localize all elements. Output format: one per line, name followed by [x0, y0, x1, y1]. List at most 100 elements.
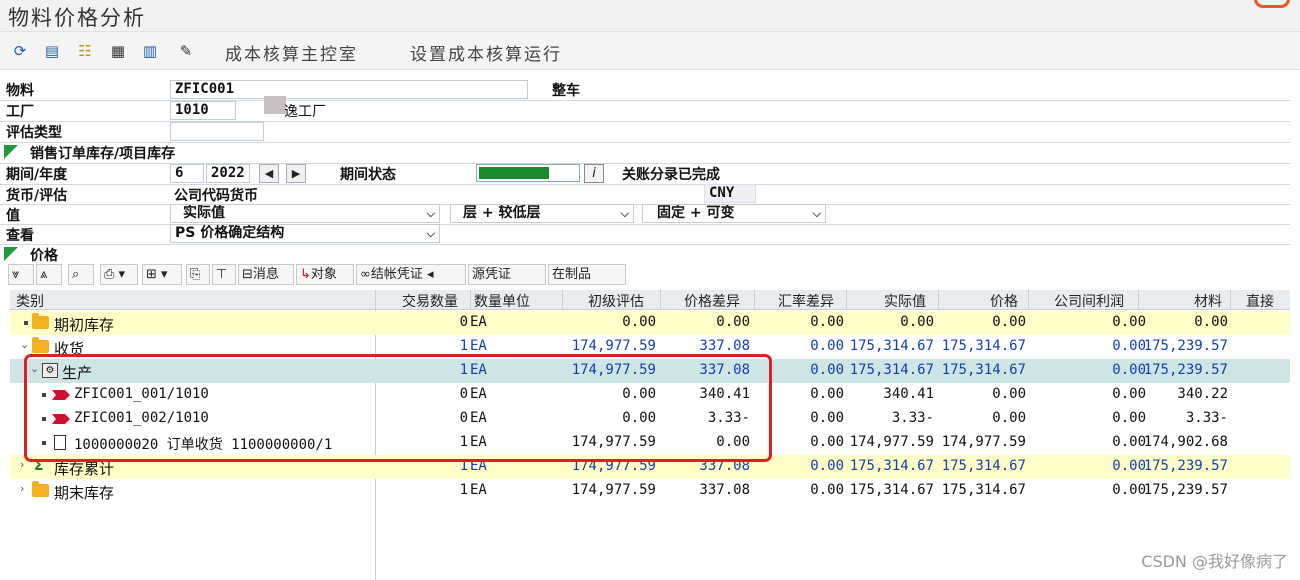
table-row[interactable]: › 期末库存 1 EA 174,977.59 337.08 0.00 175,3…	[10, 479, 1290, 503]
save-layout-icon[interactable]: ▦	[108, 41, 128, 61]
cell-material: 175,239.57	[1143, 482, 1228, 498]
column-direct[interactable]: 直接	[1246, 291, 1274, 311]
cell-intercompany-profit: 0.00	[1112, 338, 1146, 354]
expand-toggle-icon[interactable]	[4, 145, 18, 159]
highlight-annotation	[24, 354, 772, 462]
export-icon[interactable]: ⎘	[186, 264, 210, 285]
cell-preliminary: 0.00	[622, 314, 656, 330]
cell-actual: 174,977.59	[849, 434, 934, 450]
fixed-variable-dropdown[interactable]: 固定 + 可变 ⌵	[642, 204, 826, 223]
cell-actual: 175,314.67	[849, 482, 934, 498]
cell-actual: 0.00	[900, 314, 934, 330]
cell-price: 0.00	[992, 314, 1026, 330]
cell-actual: 3.33-	[891, 410, 934, 426]
chevron-right-icon[interactable]: ›	[20, 458, 24, 471]
view-label: 查看	[6, 228, 34, 244]
column-actual[interactable]: 实际值	[884, 291, 926, 311]
cell-fx-difference: 0.00	[810, 458, 844, 474]
pen-icon[interactable]: ✎	[176, 41, 196, 61]
plant-label: 工厂	[6, 104, 34, 120]
sales-order-stock-label[interactable]: 销售订单库存/项目库存	[30, 143, 175, 163]
costing-run-settings-button[interactable]: 设置成本核算运行	[410, 40, 562, 65]
next-period-button[interactable]: ▶	[286, 164, 306, 183]
currency-valuation-label: 货币/评估	[6, 188, 68, 204]
layout-icon[interactable]: ▤	[42, 41, 62, 61]
column-material[interactable]: 材料	[1194, 291, 1222, 311]
column-price[interactable]: 价格	[990, 291, 1018, 311]
collapse-all-icon[interactable]: ⩓	[36, 264, 62, 285]
cell-material: 3.33-	[1185, 410, 1228, 426]
cell-material: 0.00	[1194, 314, 1228, 330]
refresh-icon[interactable]: ⟳	[10, 41, 30, 61]
watermark: CSDN @我好像病了	[1141, 552, 1288, 571]
column-unit[interactable]: 数量单位	[474, 291, 530, 311]
cell-price: 0.00	[992, 410, 1026, 426]
info-button[interactable]: i	[584, 164, 604, 183]
column-category[interactable]: 类别	[16, 291, 44, 311]
cell-intercompany-profit: 0.00	[1112, 314, 1146, 330]
level-dropdown[interactable]: 层 + 较低层 ⌵	[450, 204, 634, 223]
grid-header: 类别 交易数量 数量单位 初级评估 价格差异 汇率差异 实际值 价格 公司间利润…	[10, 290, 1290, 310]
cell-fx-difference: 0.00	[810, 434, 844, 450]
year-field[interactable]: 2022	[206, 164, 250, 183]
column-separator	[1230, 290, 1231, 310]
window-title: 物料价格分析	[8, 6, 146, 30]
column-intercompany-profit[interactable]: 公司间利润	[1054, 291, 1124, 311]
source-documents-button[interactable]: 源凭证	[468, 264, 546, 285]
table-icon[interactable]: ▥	[140, 41, 160, 61]
value-dropdown-text: 实际值	[183, 205, 225, 221]
cell-quantity: 1	[459, 482, 468, 498]
cell-fx-difference: 0.00	[810, 338, 844, 354]
column-fx-difference[interactable]: 汇率差异	[778, 291, 834, 311]
expand-toggle-icon[interactable]	[4, 247, 18, 261]
messages-icon: ⊟	[242, 267, 253, 282]
period-year-label: 期间/年度	[6, 167, 68, 183]
plant-description: 逸工厂	[284, 104, 326, 120]
messages-label: 消息	[252, 267, 279, 282]
cell-fx-difference: 0.00	[810, 410, 844, 426]
view-dropdown[interactable]: PS 价格确定结构 ⌵	[170, 224, 440, 243]
cell-quantity: 1	[459, 338, 468, 354]
value-dropdown[interactable]: 实际值 ⌵	[170, 204, 440, 223]
period-status-fill	[479, 167, 549, 179]
tree-leaf-marker	[24, 321, 28, 325]
plant-field[interactable]: 1010	[170, 101, 236, 120]
chevron-down-icon[interactable]: ⌄	[20, 338, 29, 351]
messages-button[interactable]: ⊟消息	[238, 264, 294, 285]
column-separator	[754, 290, 755, 310]
settlement-documents-button[interactable]: ∞结帐凭证 ◂	[356, 264, 466, 285]
column-separator	[470, 290, 471, 310]
material-field[interactable]: ZFIC001	[170, 80, 528, 99]
cell-unit: EA	[470, 314, 487, 330]
objects-icon: ↳	[300, 267, 311, 282]
cell-unit: EA	[470, 338, 487, 354]
cell-intercompany-profit: 0.00	[1112, 362, 1146, 378]
column-preliminary[interactable]: 初级评估	[588, 291, 644, 311]
cell-intercompany-profit: 0.00	[1112, 434, 1146, 450]
cell-material: 175,239.57	[1143, 362, 1228, 378]
valuation-type-field[interactable]	[170, 122, 264, 141]
wip-button[interactable]: 在制品	[548, 264, 626, 285]
layout-change-icon[interactable]: ⊞ ▾	[142, 264, 182, 285]
column-quantity[interactable]: 交易数量	[402, 291, 458, 311]
binoculars-icon[interactable]: ⌕	[68, 264, 94, 285]
hierarchy-icon[interactable]: ☷	[75, 41, 95, 61]
org-chart-icon[interactable]: ⊤	[212, 264, 236, 285]
objects-button[interactable]: ↳对象	[296, 264, 354, 285]
material-label: 物料	[6, 83, 34, 99]
cell-intercompany-profit: 0.00	[1112, 482, 1146, 498]
cell-intercompany-profit: 0.00	[1112, 410, 1146, 426]
level-dropdown-text: 层 + 较低层	[463, 205, 541, 221]
chevron-right-icon[interactable]: ›	[20, 482, 24, 495]
cell-material: 174,902.68	[1143, 434, 1228, 450]
cockpit-button[interactable]: 成本核算主控室	[225, 40, 358, 65]
table-row[interactable]: 期初库存 0 EA 0.00 0.00 0.00 0.00 0.00 0.00 …	[10, 311, 1290, 335]
column-price-difference[interactable]: 价格差异	[684, 291, 740, 311]
expand-all-icon[interactable]: ⩔	[8, 264, 34, 285]
cell-material: 340.22	[1177, 386, 1228, 402]
cell-material: 175,239.57	[1143, 458, 1228, 474]
previous-period-button[interactable]: ◀	[259, 164, 279, 183]
price-section-label: 价格	[30, 248, 58, 264]
print-icon[interactable]: ⎙ ▾	[100, 264, 138, 285]
period-field[interactable]: 6	[170, 164, 204, 183]
